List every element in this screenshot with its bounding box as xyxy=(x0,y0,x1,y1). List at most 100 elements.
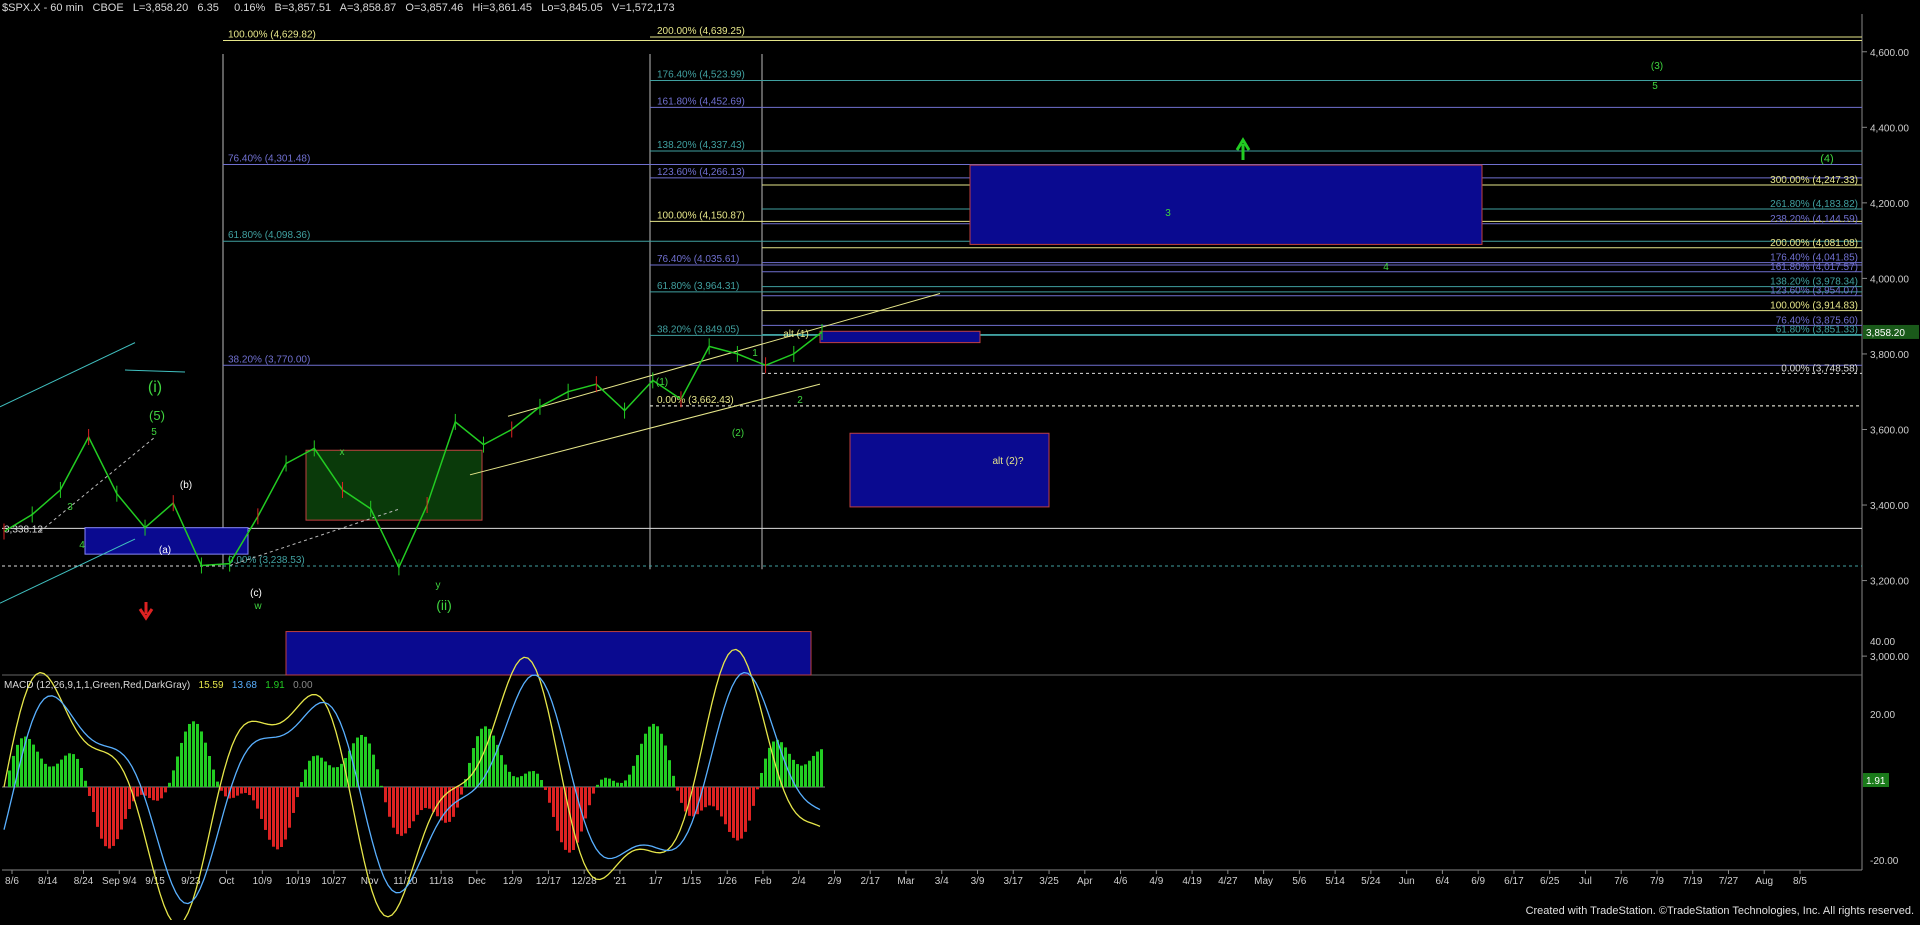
fib-label-mid: 76.40% (4,035.61) xyxy=(657,254,739,265)
macd-histogram-bar xyxy=(256,787,259,809)
macd-histogram-bar xyxy=(260,787,263,819)
macd-histogram-bar xyxy=(436,787,439,817)
chart-header: $SPX.X - 60 min CBOE L=3,858.20 6.35 0.1… xyxy=(2,2,675,14)
x-tick-label: 2/4 xyxy=(792,876,806,887)
footer-credit: Created with TradeStation. ©TradeStation… xyxy=(1525,905,1914,917)
macd-histogram-bar xyxy=(776,739,779,787)
fib-label-right: 123.60% (3,954.07) xyxy=(1770,286,1858,297)
macd-histogram-bar xyxy=(304,769,307,787)
macd-histogram-bar xyxy=(152,787,155,801)
macd-histogram-bar xyxy=(640,743,643,787)
fib-label-right: 300.00% (4,247.33) xyxy=(1770,175,1858,186)
macd-histogram-bar xyxy=(644,733,647,787)
last-price: L=3,858.20 xyxy=(132,2,189,14)
wave-label: w xyxy=(253,601,262,612)
x-tick-label: 2/9 xyxy=(828,876,842,887)
macd-histogram-bar xyxy=(312,756,315,787)
macd-histogram-bar xyxy=(32,744,35,787)
macd-histogram-bar xyxy=(616,782,619,787)
macd-histogram-bar xyxy=(288,787,291,828)
macd-histogram-bar xyxy=(768,747,771,787)
ask-value: A=3,858.87 xyxy=(339,2,397,14)
macd-histogram-bar xyxy=(372,754,375,787)
wave-label: (5) xyxy=(149,408,165,423)
y-tick-label: 3,200.00 xyxy=(1870,577,1909,588)
x-tick-label: Dec xyxy=(468,876,486,887)
macd-histogram-bar xyxy=(660,733,663,787)
macd-histogram-bar xyxy=(136,787,139,797)
macd-histogram-bar xyxy=(752,787,755,806)
wave-label: (i) xyxy=(148,379,162,396)
fib-label-right: 161.80% (4,017.57) xyxy=(1770,262,1858,273)
x-tick-label: 10/27 xyxy=(321,876,346,887)
x-tick-label: 1/26 xyxy=(717,876,737,887)
x-tick-label: 7/6 xyxy=(1614,876,1628,887)
macd-histogram-bar xyxy=(208,756,211,787)
breakout-box xyxy=(819,330,981,344)
macd-histogram-bar xyxy=(44,763,47,787)
macd-histogram-bar xyxy=(600,779,603,787)
low-value: Lo=3,845.05 xyxy=(541,2,603,14)
wave-label: (a) xyxy=(159,545,171,556)
macd-histogram-bar xyxy=(212,769,215,787)
macd-histogram-bar xyxy=(148,787,151,799)
macd-histogram-bar xyxy=(676,787,679,791)
macd-value-1: 15.59 xyxy=(198,680,224,691)
x-tick-label: Mar xyxy=(897,876,915,887)
y-tick-label: 4,000.00 xyxy=(1870,274,1909,285)
macd-histogram-bar xyxy=(584,787,587,819)
x-tick-label: 7/9 xyxy=(1650,876,1664,887)
macd-histogram-bar xyxy=(80,767,83,787)
macd-histogram-bar xyxy=(412,787,415,822)
macd-histogram-bar xyxy=(512,776,515,787)
macd-histogram-bar xyxy=(560,787,563,843)
wave-label: 4 xyxy=(1383,262,1389,273)
macd-histogram-bar xyxy=(244,787,247,793)
macd-histogram-bar xyxy=(392,787,395,828)
macd-histogram-bar xyxy=(384,787,387,803)
macd-histogram-bar xyxy=(708,787,711,806)
macd-histogram-bar xyxy=(652,723,655,787)
macd-histogram-bar xyxy=(572,787,575,851)
x-tick-label: 6/25 xyxy=(1540,876,1560,887)
x-tick-label: May xyxy=(1254,876,1273,887)
x-tick-label: 2/17 xyxy=(861,876,881,887)
fib-label-right: 61.80% (3,851.33) xyxy=(1776,325,1858,336)
price-chart[interactable]: 4,600.00 4,400.00 4,200.00 4,000.00 3,800.00… xyxy=(0,0,1920,925)
macd-histogram-bar xyxy=(636,755,639,787)
change-percent: 0.16% xyxy=(234,2,266,14)
macd-histogram-bar xyxy=(656,726,659,787)
macd-histogram-bar xyxy=(744,787,747,832)
macd-histogram-bar xyxy=(760,772,763,787)
x-tick-label: 1/7 xyxy=(649,876,663,887)
macd-histogram-bar xyxy=(556,787,559,831)
y-tick-label: 3,600.00 xyxy=(1870,425,1909,436)
macd-histogram-bar xyxy=(336,767,339,787)
wave-label: (c) xyxy=(250,588,262,599)
fib-label-right: 261.80% (4,183.82) xyxy=(1770,199,1858,210)
macd-histogram-bar xyxy=(740,787,743,839)
macd-histogram-bar xyxy=(280,787,283,847)
macd-histogram-bar xyxy=(800,765,803,787)
wave-label: 3 xyxy=(67,502,73,513)
fib-label-mid: 200.00% (4,639.25) xyxy=(657,26,745,37)
y-tick-label: 4,400.00 xyxy=(1870,123,1909,134)
macd-histogram-bar xyxy=(528,771,531,787)
macd-histogram-bar xyxy=(192,721,195,787)
symbol-label: $SPX.X - 60 min xyxy=(2,2,84,14)
x-tick-label: '21 xyxy=(613,876,626,887)
x-tick-label: Apr xyxy=(1077,876,1093,887)
macd-histogram-bar xyxy=(272,787,275,847)
macd-histogram-bar xyxy=(648,726,651,787)
fib-label-left: 0.00% (3,238.53) xyxy=(228,555,305,566)
macd-histogram-bar xyxy=(596,784,599,787)
fib-label-left: 61.80% (4,098.36) xyxy=(228,230,310,241)
macd-histogram-bar xyxy=(724,787,727,825)
y-tick-label: 4,200.00 xyxy=(1870,199,1909,210)
macd-tick-label: 40.00 xyxy=(1870,637,1895,648)
exchange-label: CBOE xyxy=(92,2,124,14)
macd-histogram-bar xyxy=(376,769,379,787)
wave-label: 2 xyxy=(797,395,803,406)
macd-histogram-bar xyxy=(712,787,715,807)
macd-histogram-bar xyxy=(812,755,815,787)
